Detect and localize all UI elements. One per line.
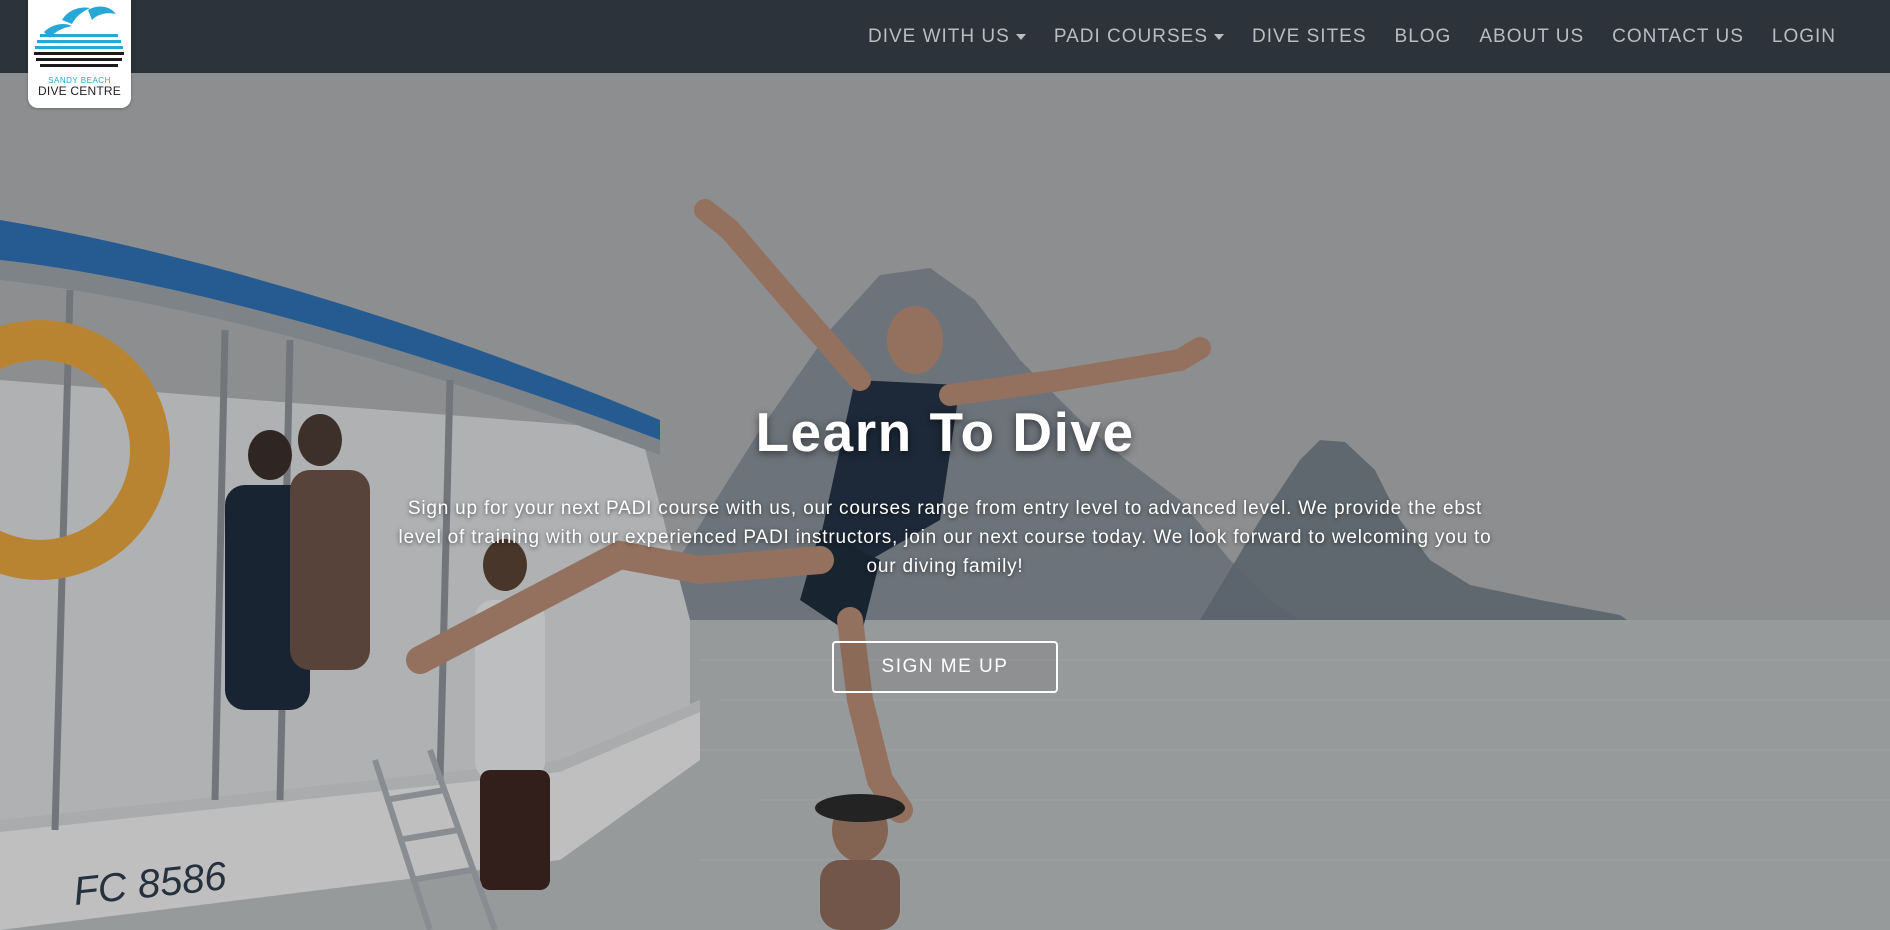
nav-blog[interactable]: BLOG (1381, 26, 1466, 48)
hero-title: Learn To Dive (755, 401, 1135, 463)
nav-about-us[interactable]: ABOUT US (1465, 26, 1598, 48)
nav-contact-us-label: CONTACT US (1612, 25, 1744, 47)
palm-island-logo-icon (34, 6, 124, 67)
nav-login[interactable]: LOGIN (1758, 26, 1850, 48)
chevron-down-icon (1214, 34, 1224, 40)
top-navbar: DIVE WITH US PADI COURSES DIVE SITES BLO… (0, 0, 1890, 73)
site-logo[interactable]: SANDY BEACH DIVE CENTRE (28, 0, 131, 108)
nav-padi-courses[interactable]: PADI COURSES (1040, 26, 1238, 48)
nav-dive-sites-label: DIVE SITES (1252, 25, 1367, 47)
nav-dive-sites[interactable]: DIVE SITES (1238, 26, 1381, 48)
logo-text-bottom: DIVE CENTRE (38, 84, 121, 98)
hero-section: Learn To Dive Sign up for your next PADI… (0, 400, 1890, 693)
nav-login-label: LOGIN (1771, 25, 1836, 47)
hero-description: Sign up for your next PADI course with u… (398, 498, 1492, 577)
nav-padi-courses-label: PADI COURSES (1053, 25, 1208, 47)
nav-about-us-label: ABOUT US (1479, 25, 1585, 47)
nav-blog-label: BLOG (1394, 25, 1452, 47)
nav-dive-with-us-label: DIVE WITH US (867, 25, 1010, 47)
sign-me-up-button[interactable]: SIGN ME UP (832, 641, 1058, 693)
chevron-down-icon (1015, 34, 1026, 40)
main-nav: DIVE WITH US PADI COURSES DIVE SITES BLO… (854, 0, 1850, 73)
nav-dive-with-us[interactable]: DIVE WITH US (854, 26, 1040, 48)
nav-contact-us[interactable]: CONTACT US (1598, 26, 1758, 48)
